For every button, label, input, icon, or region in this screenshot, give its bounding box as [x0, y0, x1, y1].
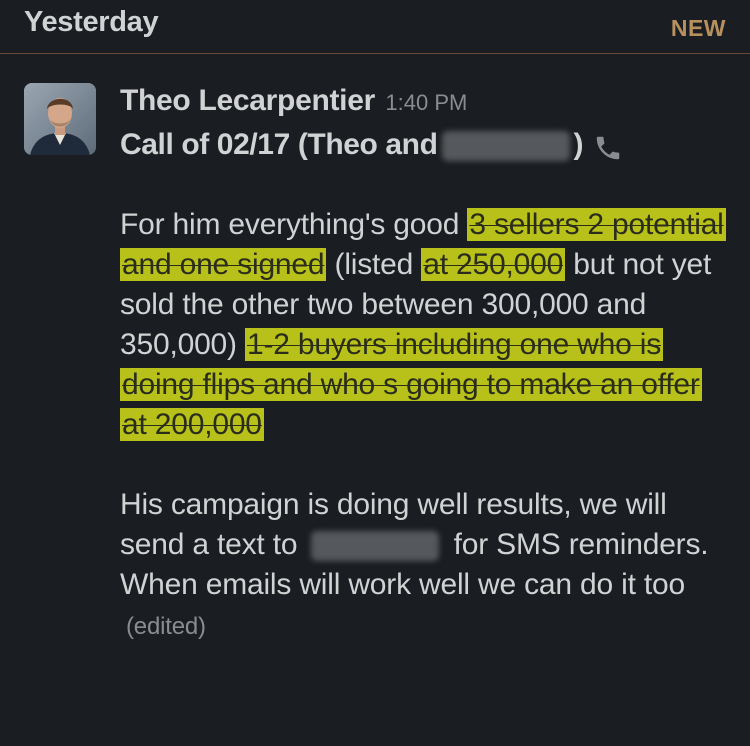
day-label: Yesterday: [24, 6, 159, 38]
day-divider: Yesterday NEW: [0, 0, 750, 54]
sender-name[interactable]: Theo Lecarpentier: [120, 84, 375, 117]
message-header: Theo Lecarpentier 1:40 PM: [120, 84, 730, 122]
message-paragraph-2: His campaign is doing well results, we w…: [120, 485, 730, 647]
paragraph1-text: For him everything's good: [120, 208, 468, 241]
subject-suffix: ): [573, 128, 584, 161]
redacted-name: [441, 131, 570, 162]
highlighted-text: at 250,000: [421, 248, 566, 281]
subject-prefix: Call of 02/17 (Theo and: [120, 128, 438, 161]
avatar[interactable]: [24, 83, 96, 155]
message-subject: Call of 02/17 (Theo and): [120, 122, 730, 168]
message-paragraph-1: For him everything's good 3 sellers 2 po…: [120, 205, 730, 445]
redacted-contact: [311, 531, 440, 562]
message-timestamp[interactable]: 1:40 PM: [385, 90, 467, 115]
new-messages-badge[interactable]: NEW: [671, 15, 726, 42]
message[interactable]: Theo Lecarpentier 1:40 PM Call of 02/17 …: [120, 84, 730, 647]
avatar-image: [24, 83, 96, 155]
edited-label: (edited): [126, 613, 206, 640]
paragraph1-text: (listed: [326, 248, 422, 281]
phone-icon: [593, 131, 623, 161]
